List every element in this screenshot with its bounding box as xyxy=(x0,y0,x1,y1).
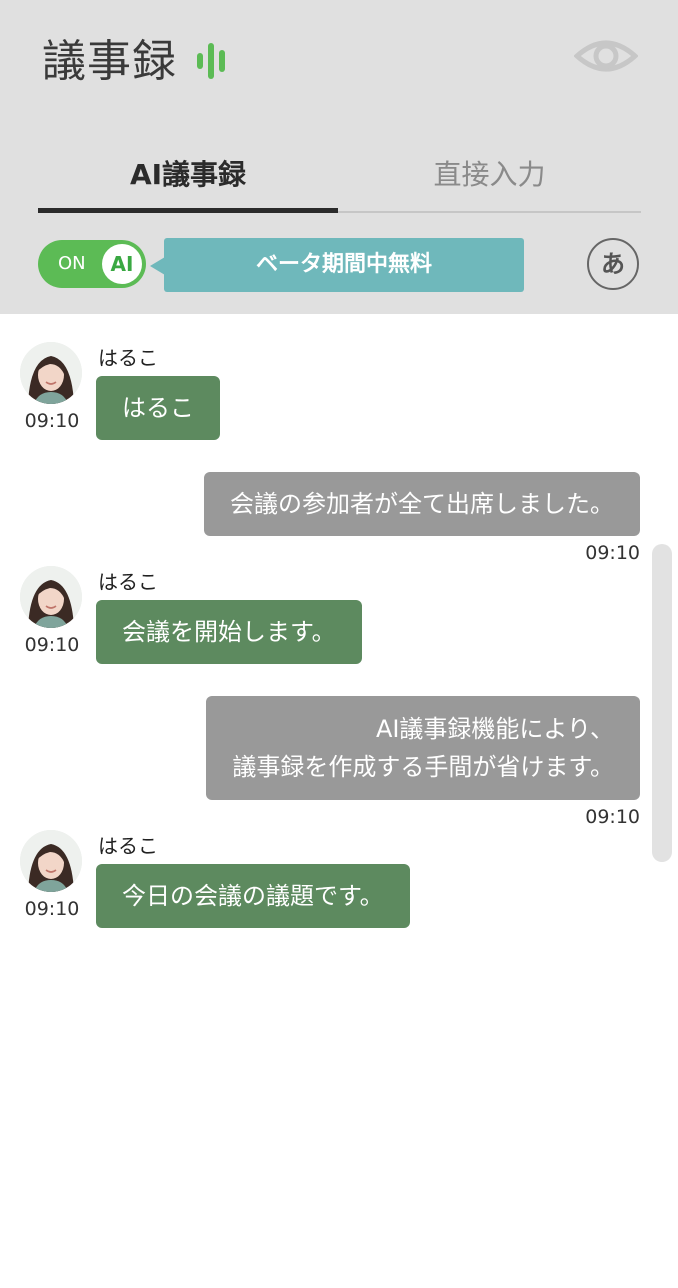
tab-ai-minutes[interactable]: AI議事録 xyxy=(38,150,338,200)
audio-wave-icon xyxy=(197,43,225,79)
incoming-message-bubble[interactable]: はるこ xyxy=(96,376,220,440)
avatar[interactable] xyxy=(20,566,82,628)
page-title: 議事録 xyxy=(42,36,177,87)
kana-button[interactable]: あ xyxy=(587,238,639,290)
message-time: 09:10 xyxy=(24,634,80,656)
sender-name: はるこ xyxy=(98,834,158,858)
message-time: 09:10 xyxy=(24,898,80,920)
sender-name: はるこ xyxy=(98,346,158,370)
message-time: 09:10 xyxy=(585,542,640,564)
avatar[interactable] xyxy=(20,342,82,404)
page: 議事録 AI議事録 直接入力 ON AI ベータ期間中無料 あ 09:10 はるこ… xyxy=(0,0,678,1288)
incoming-message-bubble[interactable]: 会議を開始します。 xyxy=(96,600,362,664)
sender-name: はるこ xyxy=(98,570,158,594)
incoming-message-bubble[interactable]: 今日の会議の議題です。 xyxy=(96,864,410,928)
header: 議事録 AI議事録 直接入力 ON AI ベータ期間中無料 あ xyxy=(0,0,678,314)
tab-divider xyxy=(338,211,641,213)
beta-banner: ベータ期間中無料 xyxy=(164,238,524,292)
avatar[interactable] xyxy=(20,830,82,892)
outgoing-message-bubble[interactable]: 会議の参加者が全て出席しました。 xyxy=(204,472,640,536)
eye-icon[interactable] xyxy=(574,36,638,76)
ai-toggle[interactable]: ON AI xyxy=(38,240,146,288)
message-time: 09:10 xyxy=(24,410,80,432)
scrollbar[interactable] xyxy=(652,544,672,862)
toggle-knob-ai: AI xyxy=(102,244,142,284)
toggle-on-label: ON xyxy=(58,253,86,274)
outgoing-message-bubble[interactable]: AI議事録機能により、議事録を作成する手間が省けます。 xyxy=(206,696,640,800)
message-time: 09:10 xyxy=(585,806,640,828)
message-text-line: 議事録を作成する手間が省けます。 xyxy=(232,753,614,781)
message-text-line: 会議の参加者が全て出席しました。 xyxy=(230,490,614,518)
active-tab-indicator xyxy=(38,208,338,213)
message-text-line: AI議事録機能により、 xyxy=(375,715,614,743)
beta-banner-pointer xyxy=(150,257,165,275)
tab-direct-input[interactable]: 直接入力 xyxy=(338,150,641,200)
